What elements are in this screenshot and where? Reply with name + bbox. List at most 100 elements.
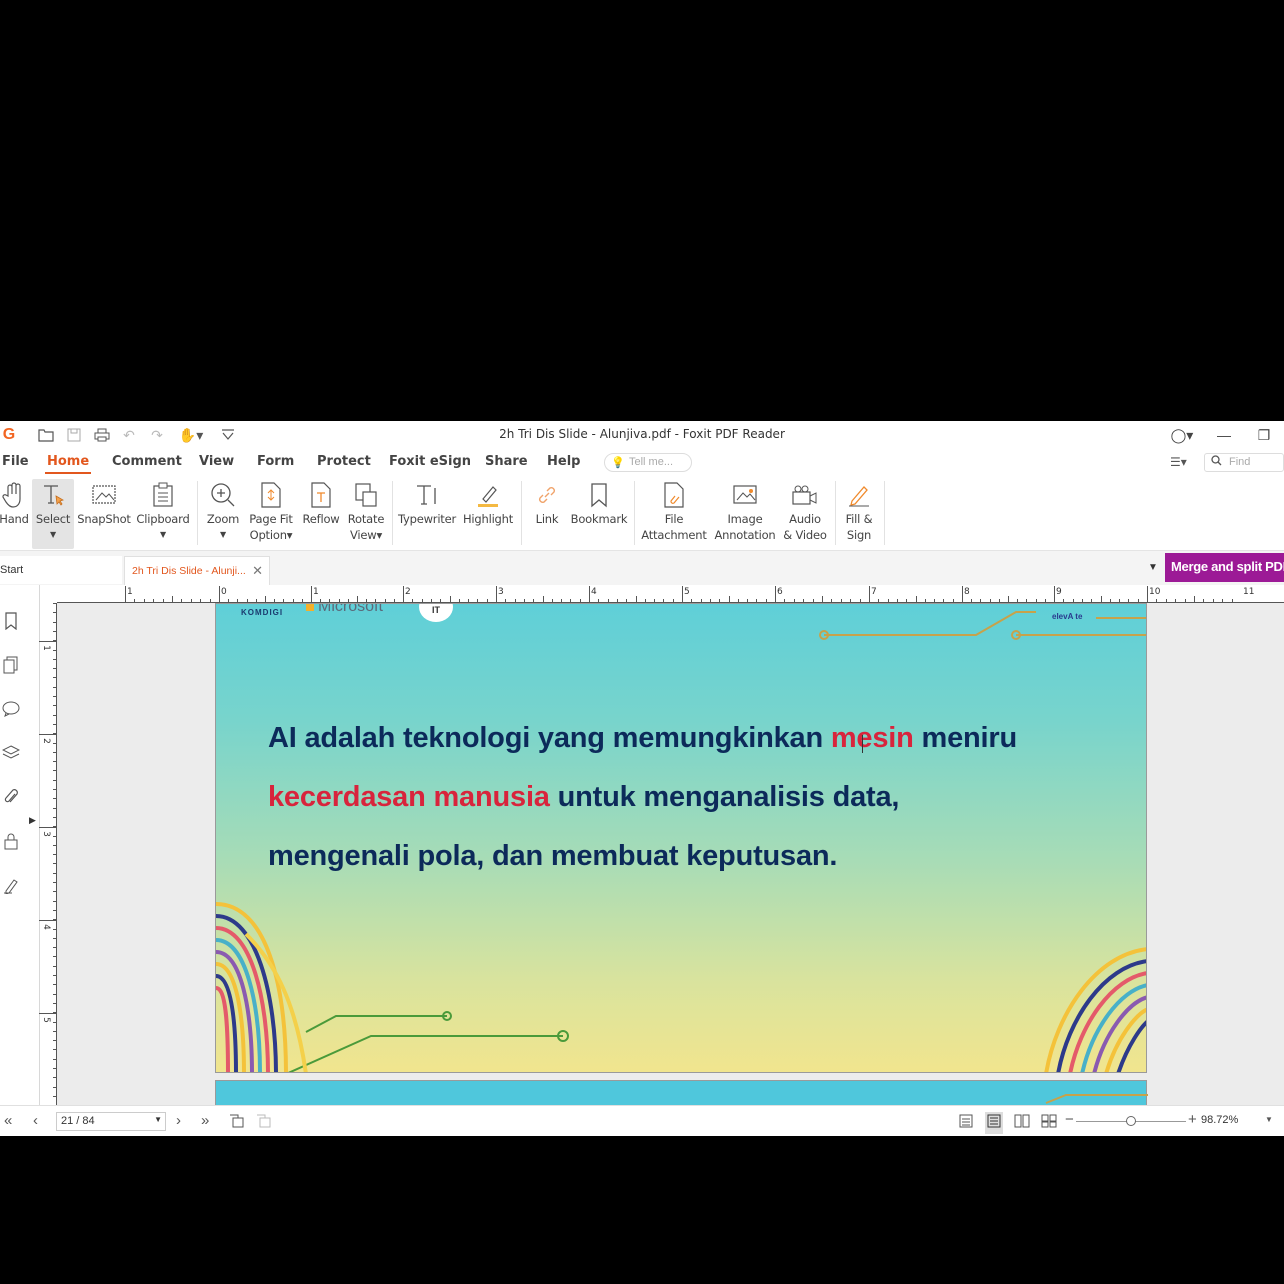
fill-sign-button[interactable]: Fill & Sign [840, 479, 878, 545]
video-camera-icon [791, 479, 819, 511]
menu-foxit-esign[interactable]: Foxit eSign [389, 454, 471, 469]
close-icon[interactable]: ✕ [252, 563, 263, 579]
ruler-tick [53, 1049, 56, 1051]
previous-view-icon[interactable] [229, 1114, 245, 1132]
ruler-tick [53, 779, 56, 781]
tell-me-search[interactable]: 💡 Tell me... [604, 453, 692, 472]
audio-video-button[interactable]: Audio & Video [781, 479, 829, 545]
ruler-tick [1072, 599, 1074, 602]
security-panel-icon[interactable] [0, 829, 22, 853]
signature-panel-icon[interactable] [0, 873, 22, 897]
ruler-tick [691, 599, 693, 602]
ruler-tick [486, 599, 488, 602]
ruler-tick [412, 599, 414, 602]
snapshot-button[interactable]: SnapShot [77, 479, 131, 545]
continuous-page-icon[interactable] [985, 1112, 1003, 1134]
next-page-icon[interactable]: › [176, 1112, 181, 1129]
file-attachment-button[interactable]: File Attachment [641, 479, 707, 545]
menu-home[interactable]: Home [44, 454, 92, 474]
page-number-input[interactable]: 21 / 84 ▼ [56, 1112, 166, 1131]
menu-view[interactable]: View [199, 454, 234, 469]
find-input[interactable]: Find [1204, 453, 1284, 472]
ruler-tick [1194, 596, 1195, 602]
zoom-slider[interactable] [1076, 1116, 1186, 1126]
last-page-icon[interactable]: » [201, 1112, 209, 1129]
clipboard-button[interactable]: Clipboard ▼ [136, 479, 190, 545]
menu-form[interactable]: Form [257, 454, 294, 469]
comments-panel-icon[interactable] [0, 697, 22, 721]
ruler-tick [840, 599, 842, 602]
ruler-tick [850, 599, 852, 602]
menu-protect[interactable]: Protect [317, 454, 371, 469]
zoom-label: Zoom [206, 512, 240, 526]
restore-button[interactable]: ❐ [1244, 421, 1284, 449]
slide-text-segment: AI adalah teknologi yang memungkinkan [268, 722, 831, 754]
zoom-slider-thumb[interactable] [1126, 1116, 1136, 1126]
ruler-tick [53, 649, 56, 651]
zoom-in-icon[interactable]: + [1188, 1111, 1197, 1128]
highlight-button[interactable]: Highlight [462, 479, 514, 545]
layers-panel-icon[interactable] [0, 741, 22, 765]
attachments-panel-icon[interactable] [0, 785, 22, 809]
merge-split-pdfs-button[interactable]: Merge and split PDFs [1165, 553, 1284, 582]
ruler-tick [962, 586, 963, 602]
zoom-level[interactable]: 98.72% [1201, 1114, 1238, 1126]
reflow-button[interactable]: Reflow [300, 479, 342, 545]
rotate-view-label-2: View▾ [349, 528, 383, 542]
ruler-tick [375, 599, 377, 602]
ruler-tick [53, 844, 56, 846]
bookmark-panel-icon[interactable] [0, 609, 22, 633]
minimize-button[interactable]: — [1204, 421, 1244, 449]
typewriter-button[interactable]: Typewriter [398, 479, 456, 545]
image-annotation-button[interactable]: Image Annotation [713, 479, 777, 545]
bookmark-button[interactable]: Bookmark [570, 479, 628, 545]
pdf-page-next [215, 1080, 1148, 1105]
ruler-tick [53, 686, 56, 688]
select-button[interactable]: Select ▼ [32, 479, 74, 549]
ruler-tick [663, 599, 665, 602]
first-page-icon[interactable]: « [4, 1112, 12, 1129]
ruler-tick [125, 586, 126, 602]
menu-help[interactable]: Help [547, 454, 580, 469]
ruler-tick [53, 1077, 56, 1079]
chevron-down-icon[interactable]: ▼ [154, 1115, 162, 1124]
ruler-tick [53, 658, 56, 660]
ruler-tick [219, 586, 220, 602]
zoom-icon [210, 479, 236, 511]
zoom-out-icon[interactable]: − [1065, 1111, 1074, 1128]
status-bar: « ‹ 21 / 84 ▼ › » − + 98.72% ▼ [0, 1105, 1284, 1136]
menu-comment[interactable]: Comment [112, 454, 182, 469]
fill-sign-icon [846, 479, 872, 511]
pdf-page: KOMDIGI Microsoft IT elevA te AI adalah … [215, 603, 1147, 1073]
menu-share[interactable]: Share [485, 454, 528, 469]
ruler-tick [906, 599, 908, 602]
single-page-icon[interactable] [959, 1114, 973, 1132]
link-button[interactable]: Link [530, 479, 564, 545]
tab-document[interactable]: 2h Tri Dis Slide - Alunji... ✕ [124, 556, 270, 585]
facing-page-icon[interactable] [1014, 1114, 1030, 1132]
hand-button[interactable]: Hand [0, 479, 29, 545]
next-view-icon[interactable] [256, 1114, 272, 1132]
account-icon[interactable]: ◯▾ [1160, 421, 1204, 449]
search-options-icon[interactable]: ☰▾ [1170, 455, 1187, 469]
highlight-icon [475, 479, 501, 511]
tab-list-dropdown-icon[interactable]: ▼ [1148, 562, 1158, 573]
rotate-view-button[interactable]: Rotate View▾ [345, 479, 387, 545]
ruler-tick [775, 586, 776, 602]
ruler-tick [292, 599, 294, 602]
expand-panel-icon[interactable]: ▶ [29, 815, 36, 826]
previous-page-icon[interactable]: ‹ [33, 1112, 38, 1129]
ruler-tick [1026, 599, 1028, 602]
ruler-tick [971, 599, 973, 602]
ruler-tick [1035, 599, 1037, 602]
continuous-facing-icon[interactable] [1041, 1114, 1057, 1132]
ruler-tick [53, 668, 56, 670]
tab-start[interactable]: Start [0, 556, 122, 584]
menu-file[interactable]: File [2, 454, 29, 469]
pages-panel-icon[interactable] [0, 653, 22, 677]
zoom-button[interactable]: Zoom ▼ [203, 479, 243, 545]
document-viewer[interactable]: KOMDIGI Microsoft IT elevA te AI adalah … [57, 603, 1284, 1105]
file-attachment-label-2: Attachment [641, 528, 707, 542]
zoom-dropdown-icon[interactable]: ▼ [1265, 1115, 1273, 1124]
page-fit-button[interactable]: Page Fit Option▾ [247, 479, 295, 545]
